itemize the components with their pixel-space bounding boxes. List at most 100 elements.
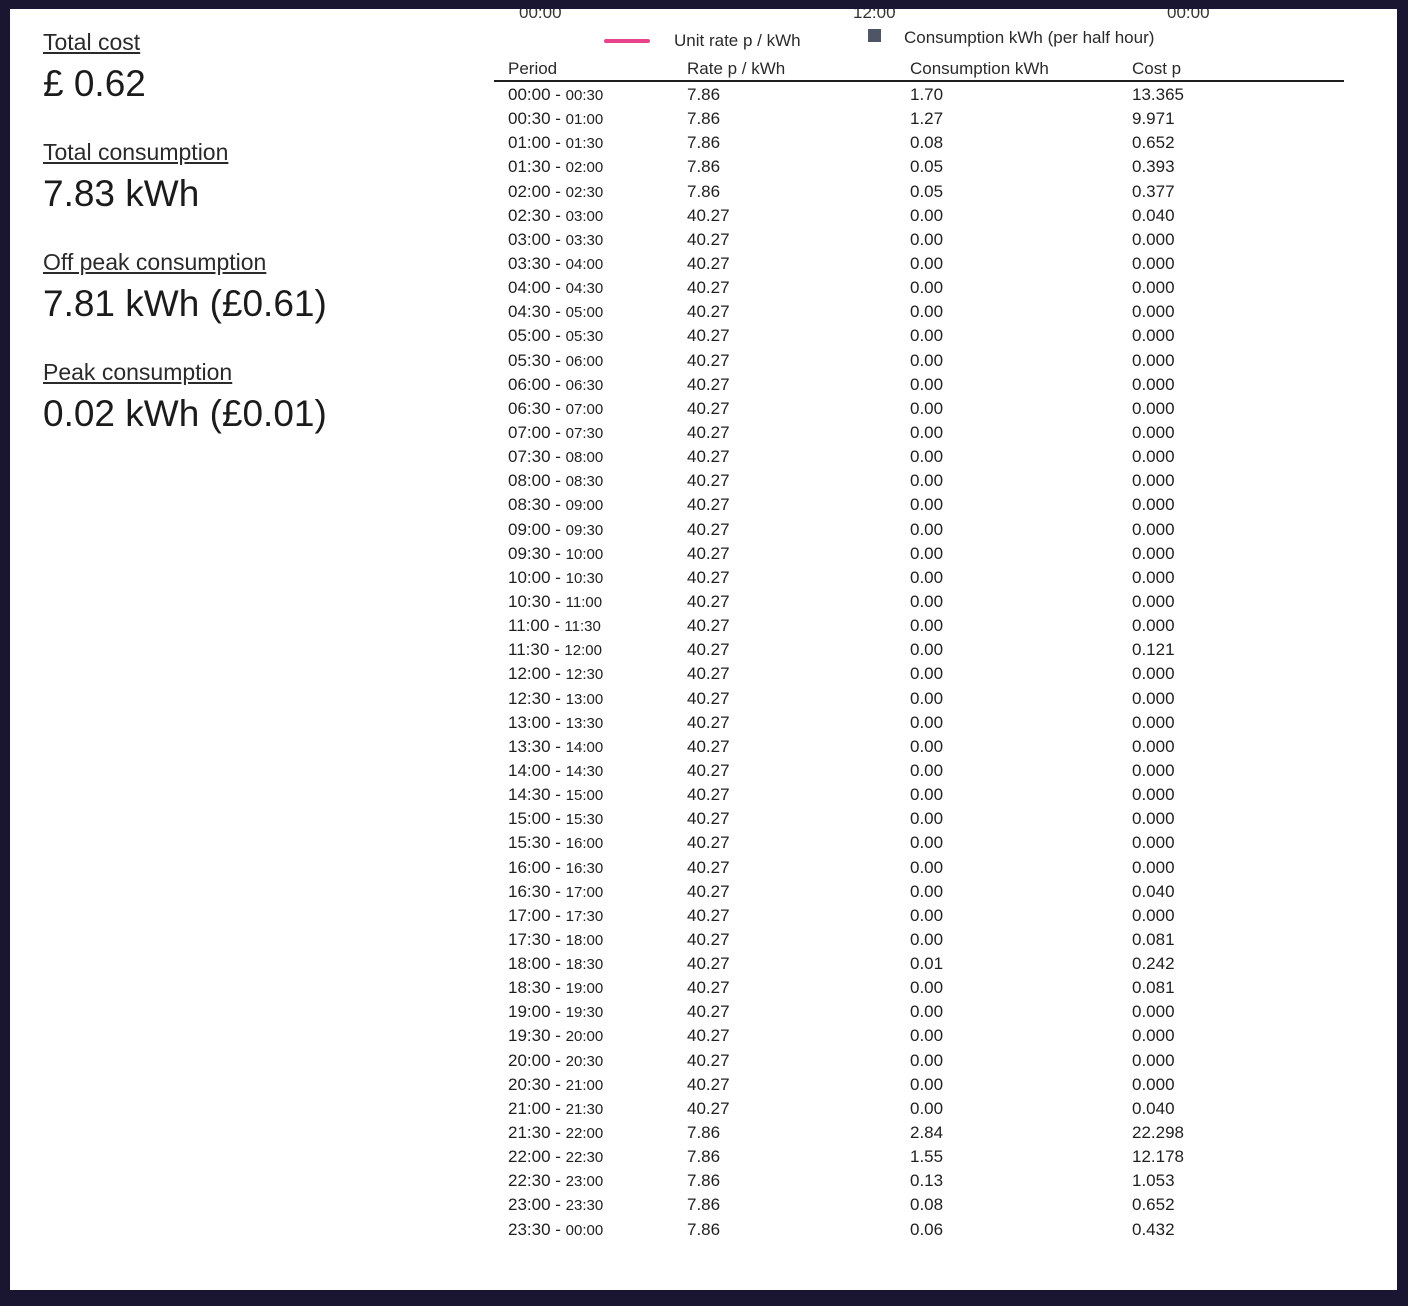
period-cell: 09:00 - 09:30 [508,519,604,539]
peak-value: 0.02 kWh (£0.01) [43,393,327,434]
table-row: 13:00 - 13:30 40.27 0.00 0.000 [494,710,1344,734]
cost-cell: 0.000 [1132,833,1175,853]
period-cell: 18:00 - 18:30 [508,954,604,974]
rate-cell: 40.27 [687,471,730,491]
cost-cell: 0.040 [1132,1098,1175,1118]
period-end: 08:00 [565,449,604,467]
period-start: 16:00 [508,857,551,877]
period-cell: 07:30 - 08:00 [508,447,604,467]
table-row: 04:00 - 04:30 40.27 0.00 0.000 [494,275,1344,299]
table-row: 03:00 - 03:30 40.27 0.00 0.000 [494,227,1344,251]
period-start: 07:30 [508,447,551,467]
table-row: 09:00 - 09:30 40.27 0.00 0.000 [494,517,1344,541]
axis-tick-end: 00:00 [1167,9,1210,22]
consumption-cell: 0.00 [910,567,944,587]
table-row: 06:00 - 06:30 40.27 0.00 0.000 [494,372,1344,396]
period-end: 17:00 [565,883,604,901]
period-end: 01:00 [565,111,604,129]
table-row: 21:30 - 22:00 7.86 2.84 22.298 [494,1120,1344,1144]
cost-cell: 0.000 [1132,253,1175,273]
period-cell: 23:30 - 00:00 [508,1219,604,1239]
column-header-rate: Rate p / kWh [687,59,786,78]
period-cell: 15:30 - 16:00 [508,833,604,853]
cost-cell: 0.000 [1132,1050,1175,1070]
table-row: 10:00 - 10:30 40.27 0.00 0.000 [494,565,1344,589]
rate-cell: 40.27 [687,1050,730,1070]
rate-cell: 7.86 [687,181,721,201]
cost-cell: 0.377 [1132,181,1175,201]
rate-cell: 40.27 [687,302,730,322]
period-end: 10:00 [565,545,604,563]
consumption-cell: 0.00 [910,447,944,467]
period-start: 00:00 [508,85,551,104]
column-header-period: Period [508,59,558,78]
consumption-cell: 0.00 [910,229,944,249]
period-end: 20:30 [565,1052,604,1070]
period-start: 10:30 [508,591,551,611]
table-row: 10:30 - 11:00 40.27 0.00 0.000 [494,589,1344,613]
consumption-cell: 0.01 [910,954,944,974]
rate-cell: 40.27 [687,543,730,563]
cost-cell: 0.000 [1132,302,1175,322]
rate-cell: 7.86 [687,1147,721,1167]
rate-cell: 7.86 [687,1195,721,1215]
period-end: 16:00 [565,835,604,853]
report-page: 00:00 12:00 00:00 Unit rate p / kWh Cons… [10,9,1397,1290]
table-row: 02:00 - 02:30 7.86 0.05 0.377 [494,179,1344,203]
cost-cell: 0.000 [1132,760,1175,780]
period-start: 14:30 [508,785,551,805]
cost-cell: 0.000 [1132,278,1175,298]
period-end: 12:00 [564,642,602,660]
period-start: 09:30 [508,543,551,563]
period-cell: 00:30 - 01:00 [508,109,604,129]
consumption-cell: 0.00 [910,350,944,370]
period-start: 13:30 [508,736,551,756]
period-start: 07:00 [508,422,551,442]
axis-tick-midday: 12:00 [853,9,896,22]
cost-cell: 0.000 [1132,326,1175,346]
cost-cell: 0.000 [1132,229,1175,249]
cost-cell: 0.000 [1132,785,1175,805]
period-end: 07:30 [565,424,604,442]
period-cell: 19:30 - 20:00 [508,1026,604,1046]
consumption-cell: 0.00 [910,543,944,563]
table-header: Period Rate p / kWh Consumption kWh Cost… [494,57,1344,82]
rate-cell: 40.27 [687,1026,730,1046]
cost-cell: 12.178 [1132,1147,1184,1167]
period-start: 03:30 [508,253,551,273]
table-row: 20:30 - 21:00 40.27 0.00 0.000 [494,1072,1344,1096]
table-row: 04:30 - 05:00 40.27 0.00 0.000 [494,299,1344,323]
peak-stat: Peak consumption 0.02 kWh (£0.01) [43,357,463,441]
cost-cell: 0.000 [1132,688,1175,708]
rate-cell: 40.27 [687,422,730,442]
table-row: 01:30 - 02:00 7.86 0.05 0.393 [494,154,1344,178]
period-cell: 02:00 - 02:30 [508,181,604,201]
period-end: 17:30 [565,907,604,925]
table-row: 07:30 - 08:00 40.27 0.00 0.000 [494,444,1344,468]
consumption-cell: 0.00 [910,253,944,273]
rate-cell: 40.27 [687,616,730,636]
consumption-cell: 0.00 [910,398,944,418]
cost-cell: 0.000 [1132,567,1175,587]
cost-cell: 0.652 [1132,1195,1175,1215]
cost-cell: 0.000 [1132,374,1175,394]
total-consumption-value: 7.83 kWh [43,173,200,214]
cost-cell: 0.121 [1132,640,1175,660]
rate-cell: 40.27 [687,881,730,901]
period-start: 23:30 [508,1219,551,1239]
period-start: 23:00 [508,1195,551,1215]
period-cell: 17:30 - 18:00 [508,929,604,949]
off-peak-stat: Off peak consumption 7.81 kWh (£0.61) [43,247,463,331]
period-end: 04:00 [565,255,604,273]
rate-cell: 40.27 [687,1002,730,1022]
rate-cell: 40.27 [687,350,730,370]
period-start: 22:30 [508,1171,551,1191]
table-row: 19:30 - 20:00 40.27 0.00 0.000 [494,1023,1344,1047]
cost-cell: 0.000 [1132,422,1175,442]
rate-cell: 40.27 [687,374,730,394]
period-end: 00:30 [565,87,604,104]
period-end: 15:30 [565,811,604,829]
rate-cell: 40.27 [687,809,730,829]
period-end: 01:30 [565,135,604,153]
consumption-cell: 0.00 [910,278,944,298]
